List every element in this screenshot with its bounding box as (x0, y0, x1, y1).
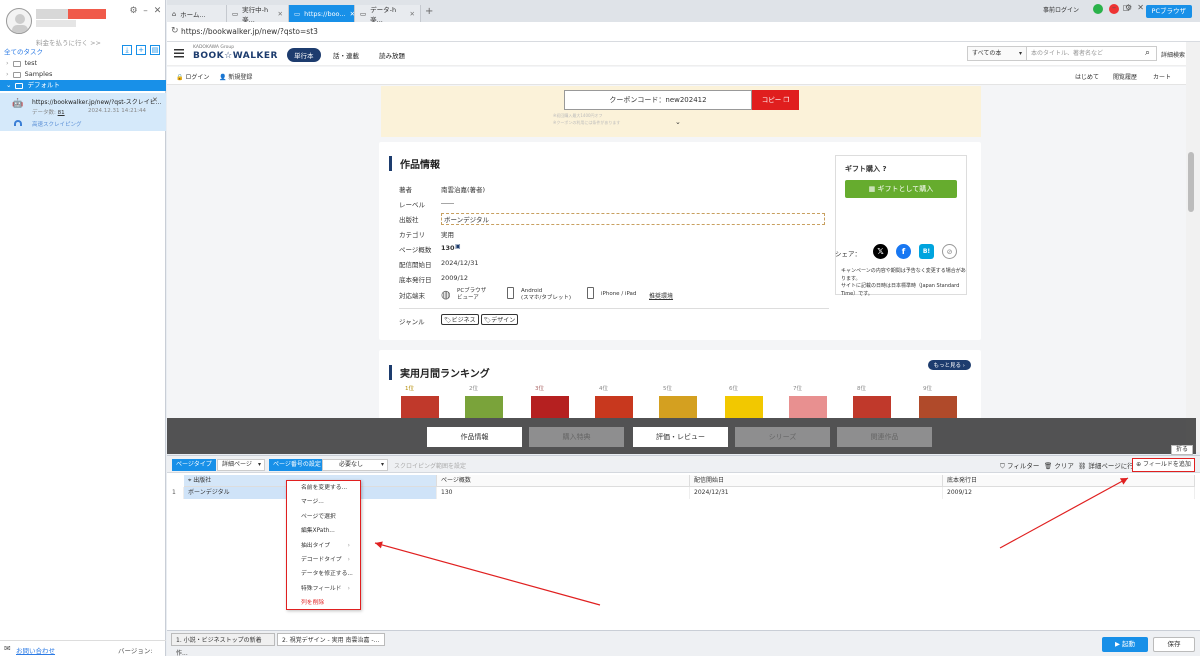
play-icon: ▶ (1114, 640, 1123, 648)
arrow-to-menu (374, 541, 601, 606)
query-tab-1[interactable]: 1. 小説・ビジネストップの新着作... (171, 633, 275, 656)
query-tab-2[interactable]: 2. 視覚デザイン - 実用 南雲治嘉 -... (277, 633, 385, 646)
annotation-arrows (374, 477, 1129, 606)
arrow-to-add-field (999, 477, 1129, 549)
bottom-bar: 1. 小説・ビジネストップの新着作... 2. 視覚デザイン - 実用 南雲治嘉… (167, 630, 1200, 656)
start-button[interactable]: ▶ 起動 (1102, 637, 1148, 652)
save-button[interactable]: 保存 (1153, 637, 1195, 652)
